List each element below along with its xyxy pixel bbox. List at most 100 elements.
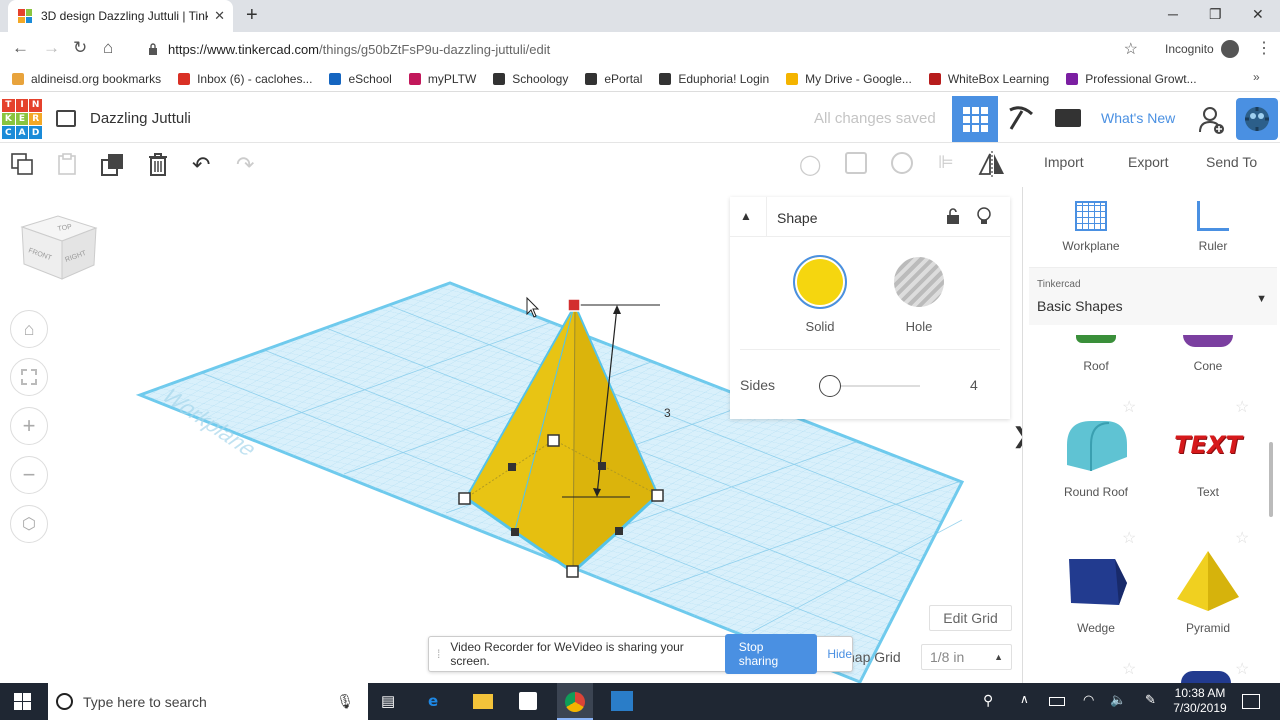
- home-icon[interactable]: ⌂: [103, 38, 113, 58]
- clock[interactable]: 10:38 AM 7/30/2019: [1172, 686, 1228, 716]
- bookmark-item[interactable]: myPLTW: [408, 72, 476, 86]
- shape-tile-wedge[interactable]: Wedge: [1051, 547, 1141, 635]
- design-title[interactable]: Dazzling Juttuli: [90, 110, 191, 127]
- volume-icon[interactable]: 🔈: [1110, 692, 1126, 708]
- reload-icon[interactable]: ↻: [73, 38, 87, 58]
- forward-icon[interactable]: →: [43, 38, 60, 58]
- home-view-button[interactable]: ⌂: [10, 310, 48, 348]
- new-tab-icon[interactable]: +: [246, 4, 258, 27]
- favorite-star-icon[interactable]: ☆: [1235, 528, 1249, 548]
- close-tab-icon[interactable]: ✕: [214, 8, 225, 24]
- ruler-tool[interactable]: Ruler: [1181, 201, 1245, 253]
- menu-icon[interactable]: ⋮: [1256, 38, 1272, 58]
- add-user-icon[interactable]: [1198, 106, 1226, 139]
- mirror-icon[interactable]: [978, 151, 1006, 180]
- pen-icon[interactable]: ✎: [1145, 692, 1156, 708]
- hide-shape-icon[interactable]: [977, 207, 991, 228]
- bookmark-item[interactable]: Eduphoria! Login: [659, 72, 769, 86]
- tinkercad-logo[interactable]: TIN KER CAD: [2, 99, 42, 139]
- wifi-icon[interactable]: ◠: [1083, 692, 1094, 708]
- fit-view-button[interactable]: [10, 358, 48, 396]
- stop-sharing-button[interactable]: Stop sharing: [724, 634, 818, 674]
- minimize-icon[interactable]: ─: [1168, 6, 1178, 22]
- favorite-star-icon[interactable]: ☆: [1235, 659, 1249, 679]
- favorite-star-icon[interactable]: ☆: [1122, 528, 1136, 548]
- drag-handle-icon[interactable]: ⁞: [437, 647, 440, 661]
- sides-slider[interactable]: [819, 375, 920, 397]
- export-button[interactable]: Export: [1128, 154, 1168, 170]
- perspective-button[interactable]: ⬡: [10, 505, 48, 543]
- sides-value[interactable]: 4: [970, 377, 978, 393]
- shape-tile-pyramid[interactable]: Pyramid: [1163, 547, 1253, 635]
- delete-icon[interactable]: [147, 152, 169, 176]
- duplicate-icon[interactable]: [101, 153, 125, 177]
- view-cube[interactable]: TOP FRONT RIGHT: [18, 212, 100, 284]
- edge-icon[interactable]: e: [428, 692, 438, 710]
- paste-icon[interactable]: [56, 153, 78, 175]
- ungroup-icon[interactable]: [891, 152, 913, 174]
- maximize-icon[interactable]: ❐: [1209, 6, 1222, 23]
- zoom-out-button[interactable]: −: [10, 456, 48, 494]
- 3d-design-view-button[interactable]: [952, 96, 998, 142]
- favorite-star-icon[interactable]: ☆: [1235, 397, 1249, 417]
- bookmark-item[interactable]: WhiteBox Learning: [928, 72, 1049, 86]
- bookmark-item[interactable]: ePortal: [585, 72, 642, 86]
- copy-icon[interactable]: [11, 153, 33, 175]
- back-icon[interactable]: ←: [12, 38, 29, 58]
- address-bar[interactable]: https://www.tinkercad.com/things/g50bZtF…: [138, 36, 1148, 62]
- task-view-icon[interactable]: ▤: [381, 692, 395, 710]
- pickaxe-icon[interactable]: [1007, 104, 1035, 135]
- bookmark-item[interactable]: Inbox (6) - caclohes...: [178, 72, 312, 86]
- solid-option[interactable]: Solid: [790, 255, 850, 334]
- taskbar-search[interactable]: Type here to search 🎙: [48, 683, 368, 720]
- app-icon[interactable]: [611, 691, 633, 711]
- snap-grid-select[interactable]: 1/8 in ▲: [921, 644, 1012, 670]
- file-explorer-icon[interactable]: [473, 694, 493, 709]
- redo-icon[interactable]: ↷: [236, 152, 254, 178]
- undo-icon[interactable]: ↶: [192, 152, 210, 178]
- bookmark-item[interactable]: Professional Growt...: [1066, 72, 1197, 86]
- favorite-star-icon[interactable]: ☆: [1122, 397, 1136, 417]
- whats-new-link[interactable]: What's New: [1101, 110, 1175, 126]
- lock-shape-icon[interactable]: [946, 208, 960, 227]
- workplane-tool[interactable]: Workplane: [1059, 201, 1123, 253]
- hole-option[interactable]: Hole: [889, 255, 949, 334]
- solid-color-swatch[interactable]: [793, 255, 847, 309]
- bookmark-star-icon[interactable]: ☆: [1124, 39, 1138, 59]
- bookmark-item[interactable]: My Drive - Google...: [786, 72, 912, 86]
- bricks-icon[interactable]: [1055, 109, 1081, 127]
- shape-tile-roof[interactable]: Roof: [1051, 335, 1141, 373]
- shape-library-select[interactable]: Tinkercad Basic Shapes ▼: [1029, 267, 1277, 325]
- panel-scrollbar[interactable]: [1269, 442, 1273, 517]
- store-icon[interactable]: [519, 692, 537, 710]
- battery-icon[interactable]: [1049, 697, 1065, 706]
- close-window-icon[interactable]: ✕: [1252, 6, 1264, 23]
- tray-chevron-icon[interactable]: ∧: [1020, 692, 1029, 706]
- people-icon[interactable]: ⚲: [983, 692, 993, 709]
- sides-slider-thumb[interactable]: [819, 375, 841, 397]
- favorite-star-icon[interactable]: ☆: [1122, 659, 1136, 679]
- collapse-caret-icon[interactable]: ▲: [740, 209, 752, 223]
- design-list-icon[interactable]: [56, 110, 76, 127]
- dimension-label[interactable]: 3: [664, 406, 671, 420]
- edit-grid-button[interactable]: Edit Grid: [929, 605, 1012, 631]
- chrome-taskbar-button[interactable]: [557, 683, 593, 720]
- lightbulb-icon[interactable]: ◯: [799, 152, 821, 177]
- shape-tile-text[interactable]: TEXT Text: [1163, 415, 1253, 499]
- shape-tile-cone[interactable]: Cone: [1163, 335, 1253, 373]
- collapse-panel-arrow[interactable]: ❯: [1012, 423, 1022, 449]
- browser-tab[interactable]: 3D design Dazzling Juttuli | Tinke ✕: [8, 0, 233, 32]
- group-icon[interactable]: [845, 152, 867, 174]
- incognito-icon[interactable]: [1221, 40, 1239, 58]
- notification-icon[interactable]: [1242, 694, 1260, 709]
- hole-swatch[interactable]: [894, 257, 944, 307]
- microphone-icon[interactable]: 🎙: [336, 693, 354, 710]
- zoom-in-button[interactable]: +: [10, 407, 48, 445]
- hide-button[interactable]: Hide: [827, 647, 852, 661]
- shape-tile-round-roof[interactable]: Round Roof: [1051, 415, 1141, 499]
- bookmark-item[interactable]: eSchool: [329, 72, 392, 86]
- import-button[interactable]: Import: [1044, 154, 1084, 170]
- windows-start-icon[interactable]: [14, 693, 31, 710]
- align-icon[interactable]: ⊫: [938, 152, 954, 173]
- send-to-button[interactable]: Send To: [1206, 154, 1257, 170]
